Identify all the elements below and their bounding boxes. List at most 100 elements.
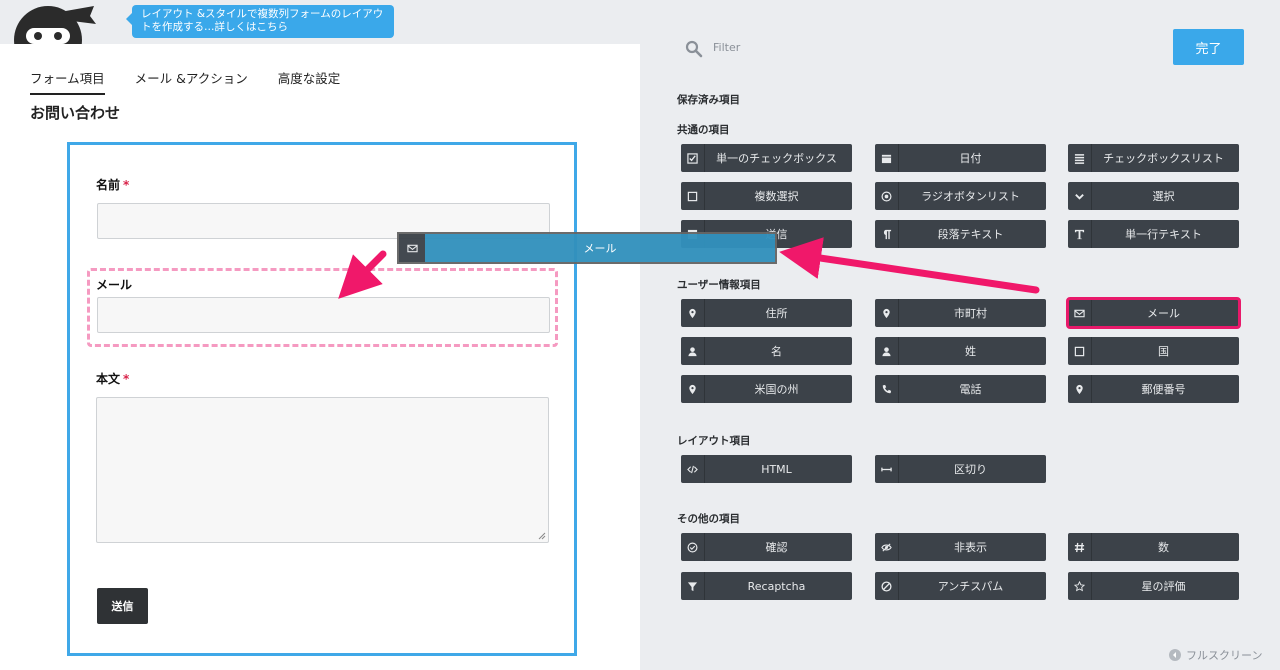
other-field-button-5[interactable]: 星の評価 — [1068, 572, 1239, 600]
tab-advanced[interactable]: 高度な設定 — [278, 68, 341, 95]
user-field-button-6[interactable]: 米国の州 — [681, 375, 852, 403]
submit-button[interactable]: 送信 — [97, 588, 148, 624]
field-button-label: 単一のチェックボックス — [716, 152, 837, 165]
chevron-down-icon — [1068, 182, 1092, 210]
envelope-icon — [1068, 299, 1092, 327]
user-field-button-4[interactable]: 姓 — [875, 337, 1046, 365]
layout-field-button-0[interactable]: HTML — [681, 455, 852, 483]
field-button-label: メール — [1147, 307, 1180, 320]
common-field-button-0[interactable]: 単一のチェックボックス — [681, 144, 852, 172]
field-button-label: 郵便番号 — [1141, 383, 1186, 396]
arrow-to-canvas — [779, 237, 1040, 294]
dragging-email-field[interactable]: メール — [397, 232, 777, 264]
other-field-button-2[interactable]: 数 — [1068, 533, 1239, 561]
eye-slash-icon — [875, 533, 899, 561]
resize-grip-icon[interactable] — [538, 532, 546, 540]
section-other-fields: その他の項目 — [677, 513, 740, 525]
field-button-label: 日付 — [959, 152, 982, 165]
map-pin-icon — [681, 375, 705, 403]
code-icon — [681, 455, 705, 483]
common-field-button-2[interactable]: チェックボックスリスト — [1068, 144, 1239, 172]
text-icon — [1068, 220, 1092, 248]
search-icon — [685, 40, 703, 58]
body-field-label: 本文 * — [96, 370, 129, 387]
builder-tabs: フォーム項目 メール &アクション 高度な設定 — [30, 68, 340, 95]
field-button-label: 単一行テキスト — [1125, 228, 1202, 241]
ninja-logo — [14, 0, 98, 50]
user-icon — [681, 337, 705, 365]
map-pin-icon — [875, 299, 899, 327]
hash-icon — [1068, 533, 1092, 561]
done-button[interactable]: 完了 — [1173, 29, 1244, 65]
field-button-label: ラジオボタンリスト — [921, 190, 1020, 203]
form-title: お問い合わせ — [30, 104, 121, 122]
field-button-label: 国 — [1158, 345, 1169, 358]
layout-field-button-1[interactable]: 区切り — [875, 455, 1046, 483]
field-button-label: 住所 — [765, 307, 788, 320]
filter-input[interactable]: Filter — [713, 41, 1013, 54]
field-button-label: 確認 — [765, 541, 788, 554]
other-field-button-1[interactable]: 非表示 — [875, 533, 1046, 561]
user-field-button-8[interactable]: 郵便番号 — [1068, 375, 1239, 403]
field-button-label: 段落テキスト — [937, 228, 1004, 241]
filter-icon — [681, 572, 705, 600]
check-square-icon — [681, 144, 705, 172]
paragraph-icon — [875, 220, 899, 248]
user-field-button-1[interactable]: 市町村 — [875, 299, 1046, 327]
user-icon — [875, 337, 899, 365]
user-field-button-7[interactable]: 電話 — [875, 375, 1046, 403]
name-label-text: 名前 — [96, 178, 121, 192]
field-button-label: HTML — [761, 462, 792, 476]
tab-form-fields[interactable]: フォーム項目 — [30, 68, 105, 95]
field-button-label: 電話 — [959, 383, 982, 396]
field-button-label: アンチスパム — [937, 580, 1004, 593]
divider-icon — [875, 455, 899, 483]
required-mark: * — [123, 372, 130, 386]
section-saved-fields: 保存済み項目 — [677, 94, 740, 106]
common-field-button-4[interactable]: ラジオボタンリスト — [875, 182, 1046, 210]
calendar-icon — [875, 144, 899, 172]
field-button-label: 非表示 — [954, 541, 987, 554]
form-builder-panel: フォーム項目 メール &アクション 高度な設定 お問い合わせ 名前 * メール 本… — [0, 44, 640, 670]
layout-help-tooltip[interactable]: レイアウト &スタイルで複数列フォームのレイアウトを作成する…詳しくはこちら — [126, 5, 394, 38]
field-button-label: チェックボックスリスト — [1103, 152, 1224, 165]
common-field-button-3[interactable]: 複数選択 — [681, 182, 852, 210]
fullscreen-label: フルスクリーン — [1186, 649, 1263, 662]
fullscreen-toggle[interactable]: フルスクリーン — [1169, 647, 1262, 663]
field-button-label: 区切り — [954, 463, 987, 476]
required-mark: * — [123, 178, 130, 192]
body-textarea[interactable] — [96, 397, 549, 543]
email-input[interactable] — [97, 297, 550, 333]
other-field-button-0[interactable]: 確認 — [681, 533, 852, 561]
common-field-button-1[interactable]: 日付 — [875, 144, 1046, 172]
field-button-label: 名 — [771, 345, 782, 358]
common-field-button-8[interactable]: 単一行テキスト — [1068, 220, 1239, 248]
user-field-button-5[interactable]: 国 — [1068, 337, 1239, 365]
square-icon — [681, 182, 705, 210]
form-canvas: 名前 * メール 本文 * 送信 — [67, 142, 577, 656]
check-circle-icon — [681, 533, 705, 561]
list-icon — [1068, 144, 1092, 172]
radio-icon — [875, 182, 899, 210]
map-pin-icon — [681, 299, 705, 327]
section-common-fields: 共通の項目 — [677, 124, 730, 136]
envelope-icon — [399, 234, 425, 262]
field-button-label: 複数選択 — [754, 190, 799, 203]
chevron-left-circle-icon — [1169, 649, 1181, 661]
tab-emails-actions[interactable]: メール &アクション — [135, 68, 248, 95]
email-field-label: メール — [96, 276, 132, 293]
user-field-button-0[interactable]: 住所 — [681, 299, 852, 327]
square-icon — [1068, 337, 1092, 365]
user-field-button-3[interactable]: 名 — [681, 337, 852, 365]
field-button-label: Recaptcha — [747, 579, 806, 593]
section-user-fields: ユーザー情報項目 — [677, 279, 761, 291]
other-field-button-3[interactable]: Recaptcha — [681, 572, 852, 600]
other-field-button-4[interactable]: アンチスパム — [875, 572, 1046, 600]
common-field-button-7[interactable]: 段落テキスト — [875, 220, 1046, 248]
ban-icon — [875, 572, 899, 600]
common-field-button-5[interactable]: 選択 — [1068, 182, 1239, 210]
field-button-label: 選択 — [1152, 190, 1175, 203]
user-field-button-2[interactable]: メール — [1066, 297, 1241, 329]
body-label-text: 本文 — [96, 372, 121, 386]
map-pin-icon — [1068, 375, 1092, 403]
